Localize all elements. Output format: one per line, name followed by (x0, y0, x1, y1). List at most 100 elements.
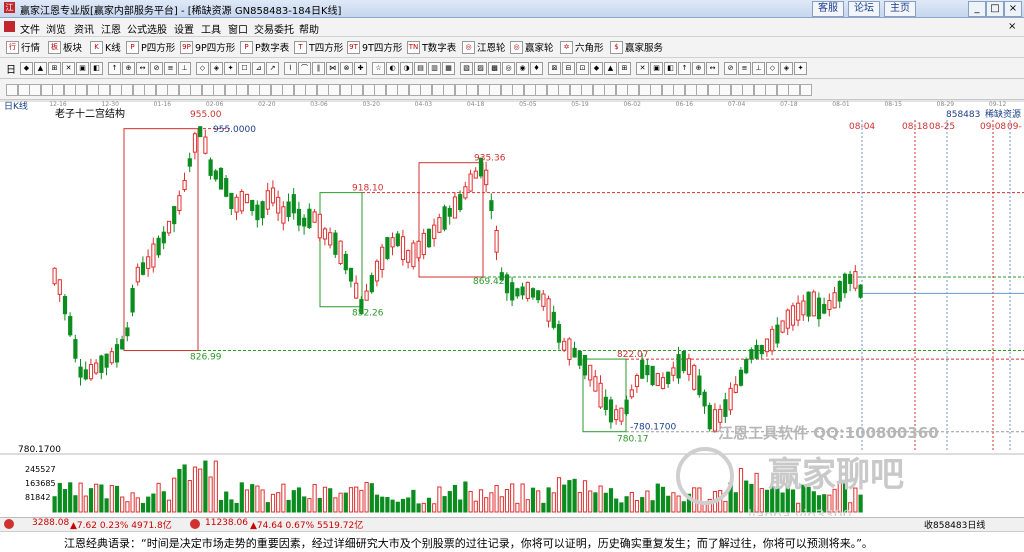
drawing-tool-icon[interactable]: ✕ (636, 62, 649, 75)
period-tool-icon[interactable] (489, 84, 501, 96)
period-tool-icon[interactable] (339, 84, 352, 96)
9t-square-button[interactable]: 9T 9T四方形 (347, 40, 402, 54)
period-tool-icon[interactable] (765, 84, 777, 96)
period-tool-icon[interactable] (259, 84, 271, 96)
period-tool-icon[interactable] (98, 84, 110, 96)
drawing-tool-icon[interactable]: ☐ (238, 62, 251, 75)
t-number-table-button[interactable]: TN T数字表 (407, 40, 456, 54)
period-tool-icon[interactable] (178, 84, 191, 96)
menu-window[interactable]: 窗口 (228, 21, 248, 36)
menu-browse[interactable]: 浏览 (46, 21, 66, 36)
period-tool-icon[interactable] (592, 84, 605, 96)
period-tool-icon[interactable] (477, 84, 490, 96)
menu-help[interactable]: 帮助 (299, 21, 319, 36)
period-tool-icon[interactable] (684, 84, 697, 96)
drawing-tool-icon[interactable]: ↔ (136, 62, 149, 75)
drawing-tool-icon[interactable]: ▩ (488, 62, 501, 75)
period-tool-icon[interactable] (270, 84, 283, 96)
period-tool-icon[interactable] (420, 84, 432, 96)
drawing-tool-icon[interactable]: ◆ (20, 62, 33, 75)
period-tool-icon[interactable] (385, 84, 398, 96)
period-tool-icon[interactable] (374, 84, 386, 96)
period-tool-icon[interactable] (500, 84, 513, 96)
period-tool-icon[interactable] (730, 84, 743, 96)
menu-tools[interactable]: 工具 (201, 21, 221, 36)
period-tool-icon[interactable] (535, 84, 547, 96)
period-tool-icon[interactable] (546, 84, 559, 96)
drawing-tool-icon[interactable]: ⊞ (618, 62, 631, 75)
drawing-tool-icon[interactable]: ◑ (400, 62, 413, 75)
period-tool-icon[interactable] (627, 84, 639, 96)
period-tool-icon[interactable] (788, 84, 800, 96)
drawing-tool-icon[interactable]: ✚ (354, 62, 367, 75)
period-tool-icon[interactable] (650, 84, 662, 96)
period-tool-icon[interactable] (719, 84, 731, 96)
drawing-tool-icon[interactable]: ◉ (516, 62, 529, 75)
period-tool-icon[interactable] (638, 84, 651, 96)
period-tool-icon[interactable] (466, 84, 478, 96)
period-tool-icon[interactable] (29, 84, 41, 96)
maximize-button[interactable]: □ (986, 1, 1004, 17)
drawing-tool-icon[interactable]: ◇ (196, 62, 209, 75)
drawing-tool-icon[interactable]: ⊠ (548, 62, 561, 75)
drawing-tool-icon[interactable]: ▤ (414, 62, 427, 75)
drawing-tool-icon[interactable]: ⋈ (326, 62, 339, 75)
period-tool-icon[interactable] (707, 84, 720, 96)
forum-link[interactable]: 论坛 (848, 1, 880, 17)
period-tool-icon[interactable] (351, 84, 363, 96)
drawing-tool-icon[interactable]: ☆ (372, 62, 385, 75)
drawing-tool-icon[interactable]: ♦ (530, 62, 543, 75)
t-square-button[interactable]: T T四方形 (294, 40, 343, 54)
period-tool-icon[interactable] (121, 84, 133, 96)
minimize-button[interactable]: _ (968, 1, 986, 17)
period-tool-icon[interactable] (742, 84, 754, 96)
drawing-tool-icon[interactable]: ◧ (664, 62, 677, 75)
drawing-tool-icon[interactable]: ⊿ (252, 62, 265, 75)
drawing-tool-icon[interactable]: ◎ (502, 62, 515, 75)
drawing-tool-icon[interactable]: ⊗ (340, 62, 353, 75)
drawing-tool-icon[interactable]: ◆ (590, 62, 603, 75)
drawing-tool-icon[interactable]: ▣ (76, 62, 89, 75)
drawing-tool-icon[interactable]: ◐ (386, 62, 399, 75)
9p-square-button[interactable]: 9P 9P四方形 (180, 40, 235, 54)
period-tool-icon[interactable] (328, 84, 340, 96)
drawing-tool-icon[interactable]: ⌒ (298, 62, 311, 75)
period-tool-icon[interactable] (799, 84, 812, 96)
period-tool-icon[interactable] (293, 84, 306, 96)
period-tool-icon[interactable] (167, 84, 179, 96)
period-tool-icon[interactable] (408, 84, 421, 96)
period-tool-icon[interactable] (190, 84, 202, 96)
period-tool-icon[interactable] (454, 84, 467, 96)
winner-wheel-button[interactable]: ◎ 赢家轮 (510, 40, 554, 54)
drawing-tool-icon[interactable]: ⌇ (284, 62, 297, 75)
period-tool-icon[interactable] (776, 84, 789, 96)
period-tool-icon[interactable] (75, 84, 87, 96)
menu-settings[interactable]: 设置 (174, 21, 194, 36)
period-tool-icon[interactable] (155, 84, 168, 96)
period-tool-icon[interactable] (224, 84, 237, 96)
p-number-table-button[interactable]: P P数字表 (240, 40, 289, 54)
drawing-tool-icon[interactable]: ≡ (164, 62, 177, 75)
drawing-tool-icon[interactable]: ≡ (738, 62, 751, 75)
drawing-tool-icon[interactable]: ▲ (34, 62, 47, 75)
period-tool-icon[interactable] (604, 84, 616, 96)
period-tool-icon[interactable] (17, 84, 30, 96)
drawing-tool-icon[interactable]: ✦ (224, 62, 237, 75)
period-tool-icon[interactable] (40, 84, 53, 96)
hexagon-button[interactable]: ✡ 六角形 (560, 40, 604, 54)
home-link[interactable]: 主页 (884, 1, 916, 17)
period-tool-icon[interactable] (213, 84, 225, 96)
drawing-tool-icon[interactable]: ◧ (90, 62, 103, 75)
period-tool-icon[interactable] (673, 84, 685, 96)
drawing-tool-icon[interactable]: ⊕ (122, 62, 135, 75)
drawing-tool-icon[interactable]: ✦ (794, 62, 807, 75)
period-tool-icon[interactable] (6, 84, 18, 96)
daily-kline-tab[interactable]: 日K线 (4, 100, 28, 112)
drawing-tool-icon[interactable]: ◈ (210, 62, 223, 75)
drawing-tool-icon[interactable]: ↔ (706, 62, 719, 75)
period-tool-icon[interactable] (86, 84, 99, 96)
drawing-tool-icon[interactable]: ⊘ (724, 62, 737, 75)
drawing-tool-icon[interactable]: ✕ (62, 62, 75, 75)
close-button[interactable]: × (1004, 1, 1022, 17)
period-tool-icon[interactable] (512, 84, 524, 96)
